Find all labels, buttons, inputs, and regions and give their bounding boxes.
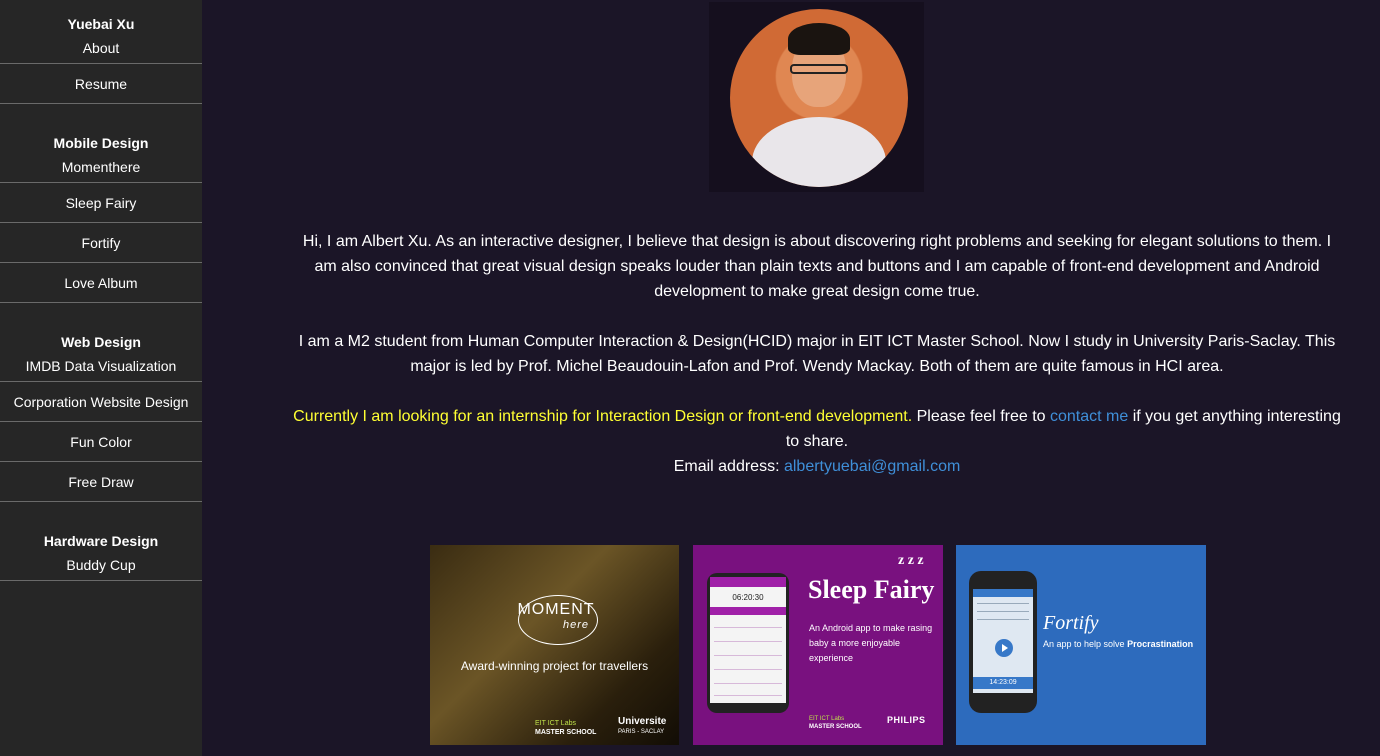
fortify-title: Fortify (1043, 612, 1099, 634)
email-link[interactable]: albertyuebai@gmail.com (784, 458, 960, 475)
sidebar: Yuebai Xu About Resume Mobile Design Mom… (0, 0, 202, 756)
sidebar-item-about[interactable]: About (0, 37, 202, 64)
profile-photo-frame (709, 2, 924, 192)
internship-paragraph: Currently I am looking for an internship… (292, 404, 1342, 454)
moment-tagline: Award-winning project for travellers (460, 659, 649, 673)
phone-time: 06:20:30 (732, 593, 764, 602)
sidebar-item-resume[interactable]: Resume (0, 64, 202, 104)
moment-logo: MOMENT here (517, 601, 595, 631)
email-label: Email address: (673, 458, 784, 475)
philips-logo: PHILIPS (887, 715, 926, 725)
project-card-sleep-fairy[interactable]: 06:20:30 z z z Sleep Fairy An Android ap… (693, 545, 943, 745)
eit-logo: EIT ICT Labs MASTER SCHOOL (809, 716, 862, 730)
intro-paragraph: Hi, I am Albert Xu. As an interactive de… (302, 233, 1332, 300)
main-content: Hi, I am Albert Xu. As an interactive de… (202, 0, 1380, 756)
sidebar-name: Yuebai Xu (67, 16, 135, 32)
sleep-fairy-description: An Android app to make rasing baby a mor… (809, 623, 933, 663)
sleep-fairy-title: Sleep Fairy (808, 575, 935, 604)
sidebar-item-sleep-fairy[interactable]: Sleep Fairy (0, 183, 202, 223)
sidebar-heading-mobile-design: Mobile Design (53, 135, 149, 151)
fortify-description: An app to help solve Procrastination (1043, 639, 1194, 649)
sidebar-item-corporation-website-design[interactable]: Corporation Website Design (0, 382, 202, 422)
sidebar-item-love-album[interactable]: Love Album (0, 263, 202, 303)
university-logo: Universite PARIS - SACLAY (618, 716, 667, 736)
internship-highlight: Currently I am looking for an internship… (293, 408, 913, 425)
sidebar-item-fun-color[interactable]: Fun Color (0, 422, 202, 462)
sidebar-item-imdb-data-visualization[interactable]: IMDB Data Visualization (0, 355, 202, 382)
sidebar-heading-web-design: Web Design (61, 334, 141, 350)
sidebar-item-momenthere[interactable]: Momenthere (0, 156, 202, 183)
project-card-fortify[interactable]: 14:23:09 Fortify An app to help solve Pr… (956, 545, 1206, 745)
email-line: Email address: albertyuebai@gmail.com (292, 454, 1342, 479)
phone-mockup: 14:23:09 (969, 571, 1037, 713)
sidebar-heading-hardware-design: Hardware Design (43, 533, 159, 549)
feel-free-text: Please feel free to (912, 408, 1050, 425)
profile-avatar (730, 9, 908, 187)
sleep-z-letters: z z z (898, 553, 924, 568)
contact-me-link[interactable]: contact me (1050, 408, 1128, 425)
phone-mockup: 06:20:30 (707, 573, 789, 713)
project-card-momenthere[interactable]: MOMENT here Award-winning project for tr… (430, 545, 679, 745)
sidebar-item-buddy-cup[interactable]: Buddy Cup (0, 554, 202, 581)
study-paragraph: I am a M2 student from Human Computer In… (298, 333, 1336, 375)
play-icon (995, 639, 1013, 657)
sidebar-item-free-draw[interactable]: Free Draw (0, 462, 202, 502)
phone-timer: 14:23:09 (973, 677, 1033, 689)
eit-logo: EIT ICT Labs MASTER SCHOOL (535, 720, 597, 736)
sidebar-item-fortify[interactable]: Fortify (0, 223, 202, 263)
